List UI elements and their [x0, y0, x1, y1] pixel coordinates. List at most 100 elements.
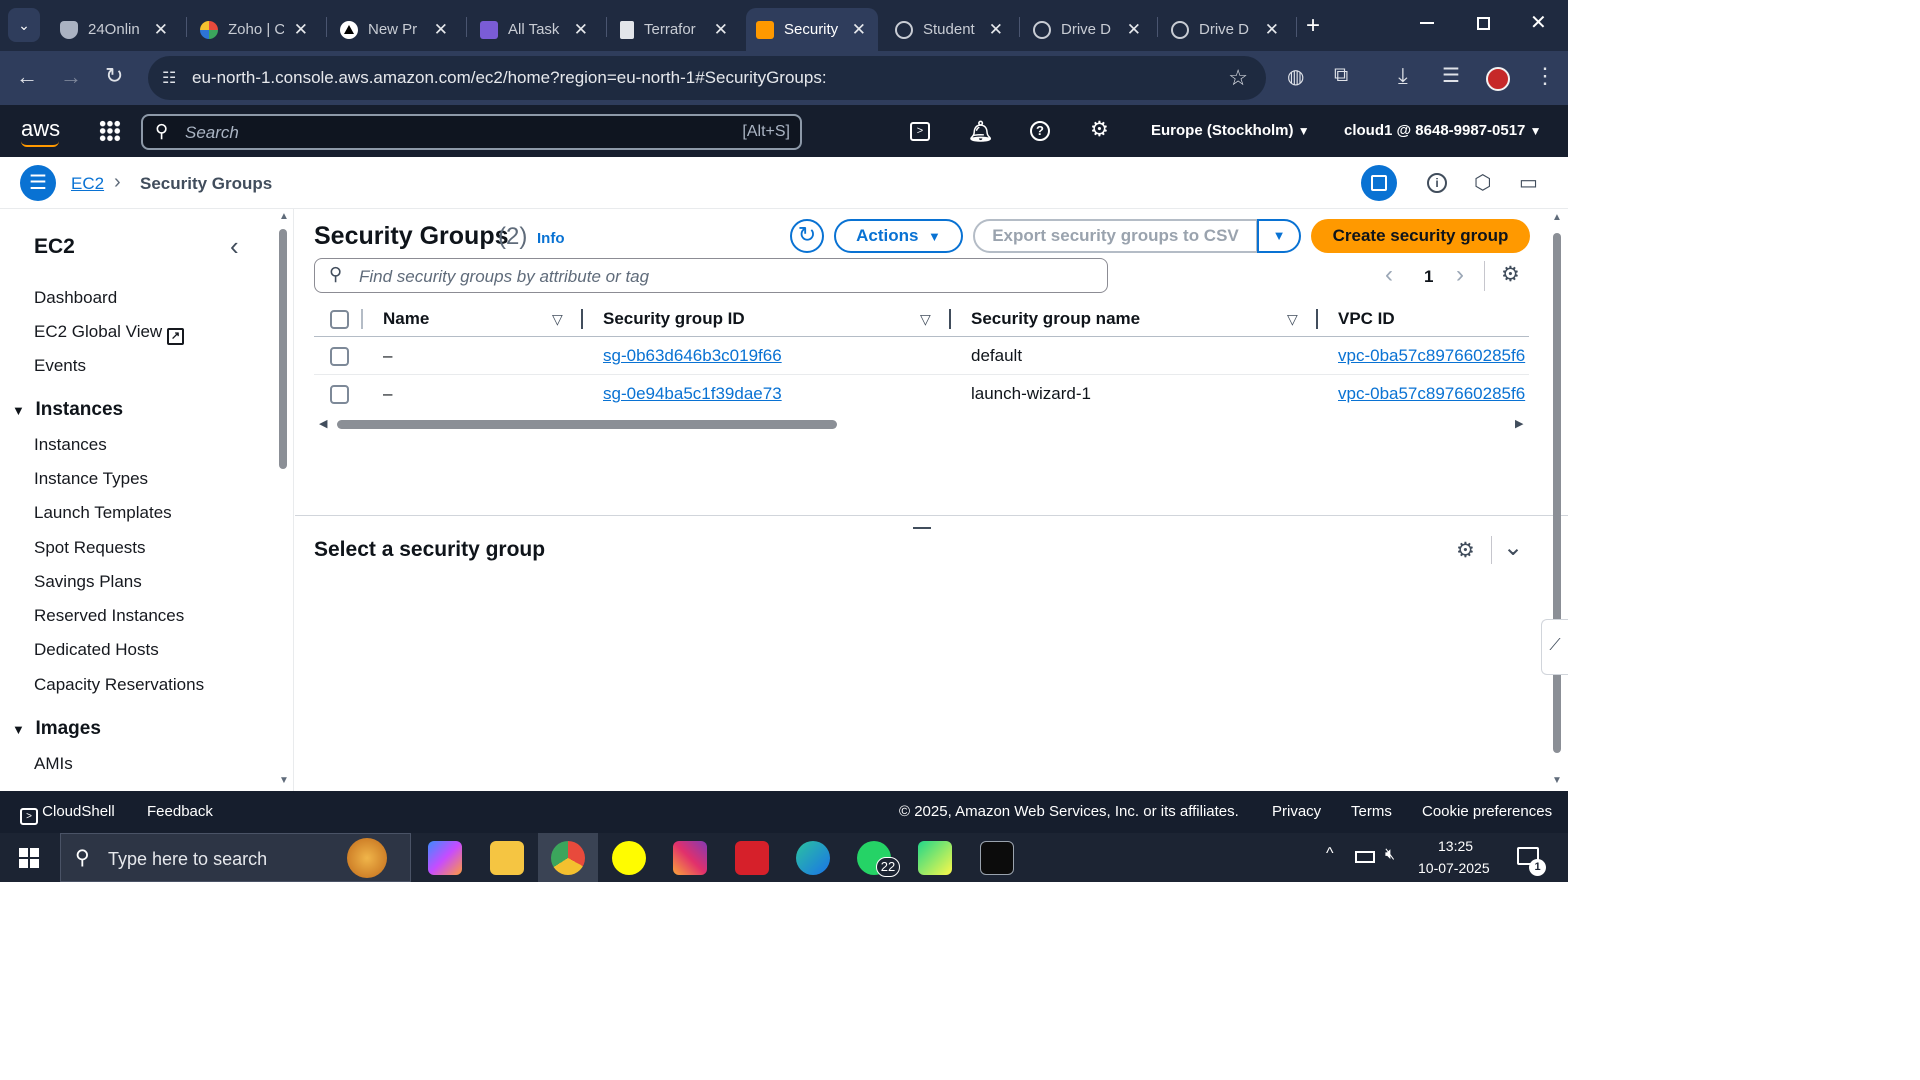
help-icon[interactable]: ?: [1030, 121, 1050, 141]
copilot-icon[interactable]: [428, 841, 462, 875]
column-divider[interactable]: [949, 309, 951, 329]
edge-icon[interactable]: [796, 841, 830, 875]
table-settings-gear-icon[interactable]: ⚙: [1501, 262, 1520, 287]
table-row[interactable]: – sg-0b63d646b3c019f66 default vpc-0ba57…: [314, 337, 1529, 375]
next-page-icon[interactable]: ›: [1456, 261, 1464, 289]
terms-link[interactable]: Terms: [1351, 803, 1392, 820]
reload-icon[interactable]: ↻: [105, 63, 123, 89]
tab-24online[interactable]: 24Onlin ✕: [50, 8, 180, 51]
scroll-left-icon[interactable]: ◀: [319, 417, 327, 430]
sidebar-item-reserved-instances[interactable]: Reserved Instances: [34, 606, 184, 626]
clock-date[interactable]: 10-07-2025: [1418, 860, 1490, 876]
column-header-name[interactable]: Name: [383, 309, 429, 329]
prev-page-icon[interactable]: ‹: [1385, 261, 1393, 289]
page-number[interactable]: 1: [1424, 267, 1433, 287]
breadcrumb-ec2[interactable]: EC2: [71, 174, 104, 194]
clock-time[interactable]: 13:25: [1438, 838, 1473, 854]
sidebar-item-amis[interactable]: AMIs: [34, 754, 73, 774]
table-row[interactable]: – sg-0e94ba5c1f39dae73 launch-wizard-1 v…: [314, 375, 1529, 413]
file-explorer-icon[interactable]: [490, 841, 524, 875]
column-divider[interactable]: [1316, 309, 1318, 329]
profile-avatar[interactable]: [1486, 67, 1510, 91]
aws-logo[interactable]: aws: [21, 116, 60, 142]
close-icon[interactable]: ✕: [852, 20, 866, 40]
services-grid-icon[interactable]: [99, 120, 121, 142]
scroll-right-icon[interactable]: ▶: [1515, 417, 1523, 430]
tab-search-button[interactable]: ⌄: [8, 8, 40, 42]
sidebar-item-spot-requests[interactable]: Spot Requests: [34, 538, 146, 558]
window-close-icon[interactable]: ✕: [1530, 10, 1547, 35]
monitor-settings-icon[interactable]: ▭: [1519, 170, 1538, 195]
filter-input[interactable]: ⚲ Find security groups by attribute or t…: [314, 258, 1108, 293]
feedback-tab[interactable]: ⟋: [1541, 619, 1568, 675]
close-icon[interactable]: ✕: [154, 20, 168, 40]
security-group-id-link[interactable]: sg-0b63d646b3c019f66: [603, 346, 782, 366]
column-divider[interactable]: [581, 309, 583, 329]
tab-security-groups[interactable]: Security ✕: [746, 8, 878, 51]
media-app-icon[interactable]: [735, 841, 769, 875]
sidebar-item-global-view[interactable]: EC2 Global View ↗: [34, 322, 184, 345]
sidebar-item-capacity-reservations[interactable]: Capacity Reservations: [34, 675, 204, 695]
notifications-bell-icon[interactable]: 🔔︎: [968, 119, 993, 144]
sidebar-scrollbar[interactable]: [279, 229, 287, 469]
row-checkbox[interactable]: [330, 347, 349, 366]
close-icon[interactable]: ✕: [1127, 20, 1141, 40]
cloudshell-icon[interactable]: >: [910, 122, 930, 141]
vpc-id-link[interactable]: vpc-0ba57c897660285f6: [1338, 346, 1525, 366]
close-icon[interactable]: ✕: [294, 20, 308, 40]
settings-gear-icon[interactable]: ⚙: [1090, 117, 1109, 142]
column-header-vpc-id[interactable]: VPC ID: [1338, 309, 1395, 329]
row-checkbox[interactable]: [330, 385, 349, 404]
windows-start-icon[interactable]: [19, 848, 39, 868]
battery-icon[interactable]: [1355, 851, 1375, 863]
minimize-icon[interactable]: [1420, 22, 1434, 24]
actions-button[interactable]: Actions ▼: [834, 219, 963, 253]
sidebar-section-instances[interactable]: ▼ Instances: [12, 399, 123, 421]
taskbar-search-input[interactable]: ⚲ Type here to search: [60, 833, 411, 882]
split-panel-icon[interactable]: [1361, 165, 1397, 201]
snapchat-icon[interactable]: [612, 841, 646, 875]
sort-icon[interactable]: ▽: [920, 311, 931, 328]
info-panel-icon[interactable]: i: [1427, 173, 1447, 193]
horizontal-scrollbar[interactable]: [337, 420, 837, 429]
close-icon[interactable]: ✕: [574, 20, 588, 40]
sidebar-item-instance-types[interactable]: Instance Types: [34, 469, 148, 489]
sidebar-item-savings-plans[interactable]: Savings Plans: [34, 572, 142, 592]
close-icon[interactable]: ✕: [434, 20, 448, 40]
url-text[interactable]: eu-north-1.console.aws.amazon.com/ec2/ho…: [192, 68, 827, 88]
sort-icon[interactable]: ▽: [552, 311, 563, 328]
download-icon[interactable]: ⤓: [1398, 63, 1408, 89]
sidebar-item-dedicated-hosts[interactable]: Dedicated Hosts: [34, 640, 159, 660]
hamburger-menu-icon[interactable]: ☰: [20, 165, 56, 201]
omnibox[interactable]: ☷ eu-north-1.console.aws.amazon.com/ec2/…: [148, 56, 1266, 100]
extensions-icon[interactable]: ⧉: [1334, 64, 1348, 87]
instagram-icon[interactable]: [673, 841, 707, 875]
sidebar-item-instances[interactable]: Instances: [34, 435, 107, 455]
new-tab-icon[interactable]: +: [1306, 12, 1320, 40]
volume-muted-icon[interactable]: 🔇︎: [1385, 846, 1395, 864]
security-hexagon-icon[interactable]: ⬡: [1474, 170, 1491, 195]
sidebar-item-events[interactable]: Events: [34, 356, 86, 376]
export-dropdown-button[interactable]: ▼: [1257, 219, 1301, 253]
sort-icon[interactable]: ▽: [1287, 311, 1298, 328]
refresh-button[interactable]: ↻: [790, 219, 824, 253]
scroll-down-icon[interactable]: ▼: [279, 775, 289, 786]
sidebar-item-launch-templates[interactable]: Launch Templates: [34, 503, 172, 523]
browser-menu-icon[interactable]: ⋮: [1534, 63, 1556, 89]
scroll-up-icon[interactable]: ▲: [279, 211, 289, 222]
tab-student[interactable]: Student ✕: [885, 8, 1015, 51]
close-icon[interactable]: ✕: [714, 20, 728, 40]
column-header-group-name[interactable]: Security group name: [971, 309, 1140, 329]
cloudshell-link[interactable]: > CloudShell: [20, 803, 115, 825]
column-header-group-id[interactable]: Security group ID: [603, 309, 745, 329]
terminal-icon[interactable]: [980, 841, 1014, 875]
main-scrollbar[interactable]: [1553, 233, 1561, 753]
tab-drive-1[interactable]: Drive D ✕: [1023, 8, 1153, 51]
sidebar-section-images[interactable]: ▼ Images: [12, 718, 101, 740]
export-csv-button[interactable]: Export security groups to CSV: [973, 219, 1258, 253]
pycharm-icon[interactable]: [918, 841, 952, 875]
tab-terraform[interactable]: Terrafor ✕: [610, 8, 740, 51]
tab-new-project[interactable]: New Pr ✕: [330, 8, 460, 51]
close-icon[interactable]: ✕: [1265, 20, 1279, 40]
back-icon[interactable]: ←: [16, 64, 38, 90]
